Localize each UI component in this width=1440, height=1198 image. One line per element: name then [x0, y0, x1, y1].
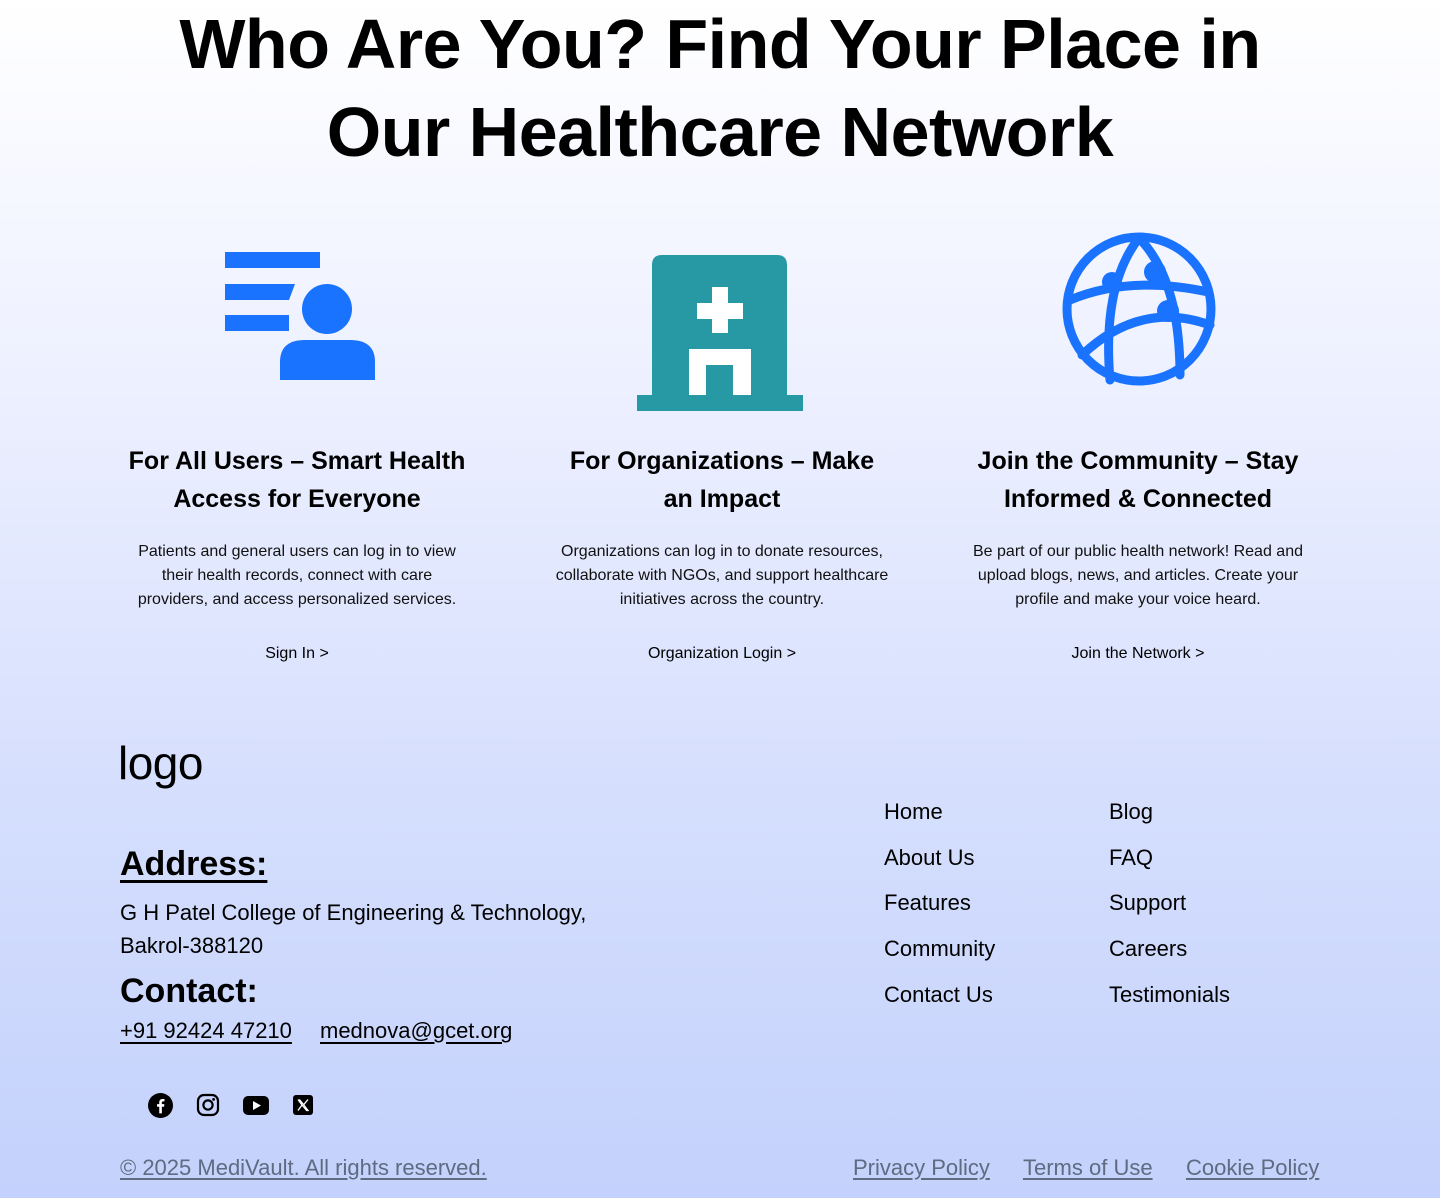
card-title-line1: Join the Community – Stay [977, 447, 1299, 475]
user-list-icon [225, 252, 375, 380]
card-desc-line: their health records, connect with care [161, 567, 433, 584]
card-title-line2: an Impact [663, 485, 781, 513]
nav-item-blog[interactable]: Blog [1109, 789, 1230, 835]
address-label: Address: [120, 845, 268, 883]
card-desc-line: collaborate with NGOs, and support healt… [555, 567, 889, 584]
card-desc-line: upload blogs, news, and articles. Create… [977, 567, 1299, 584]
card-title-line1: For All Users – Smart Health [128, 447, 466, 475]
instagram-icon[interactable] [195, 1092, 221, 1118]
card-desc-line: providers, and access personalized servi… [137, 591, 457, 608]
email-link[interactable]: mednova@gcet.org [320, 1018, 512, 1044]
card-desc-line: Organizations can log in to donate resou… [561, 543, 883, 560]
card-title-line2: Informed & Connected [1003, 485, 1273, 513]
nav-item-features[interactable]: Features [884, 880, 995, 926]
contact-label: Contact: [120, 972, 258, 1010]
sign-in-link[interactable]: Sign In > [107, 642, 487, 666]
nav-item-careers[interactable]: Careers [1109, 926, 1230, 972]
page-title-line1: Who Are You? Find Your Place in [179, 5, 1261, 83]
join-network-link[interactable]: Join the Network > [948, 642, 1328, 666]
card-desc-line: initiatives across the country. [619, 591, 825, 608]
address-line2: Bakrol-388120 [120, 933, 264, 958]
hospital-icon [637, 255, 803, 411]
footer-nav-col2: Blog FAQ Support Careers Testimonials [1109, 789, 1230, 1017]
nav-item-faq[interactable]: FAQ [1109, 835, 1230, 881]
card-desc-line: profile and make your voice heard. [1015, 591, 1261, 608]
organization-login-link[interactable]: Organization Login > [532, 642, 912, 666]
footer-nav-col1: Home About Us Features Community Contact… [884, 789, 995, 1017]
terms-of-use-link[interactable]: Terms of Use [1023, 1155, 1153, 1181]
card-title-line2: Access for Everyone [173, 485, 421, 513]
nav-item-about-us[interactable]: About Us [884, 835, 995, 881]
youtube-icon[interactable] [243, 1092, 269, 1118]
phone-link[interactable]: +91 92424 47210 [120, 1018, 292, 1044]
cookie-policy-link[interactable]: Cookie Policy [1186, 1155, 1319, 1181]
card-title-line1: For Organizations – Make [569, 447, 875, 475]
card-title: For Organizations – Make an Impact [532, 442, 912, 518]
globe-network-icon [1062, 232, 1216, 386]
card-title: For All Users – Smart Health Access for … [107, 442, 487, 518]
address-line1: G H Patel College of Engineering & Techn… [120, 900, 587, 925]
nav-item-testimonials[interactable]: Testimonials [1109, 972, 1230, 1018]
copyright-text: © 2025 MediVault. All rights reserved. [120, 1155, 487, 1180]
page-title-line2: Our Healthcare Network [326, 93, 1114, 171]
footer-logo[interactable]: logo [118, 736, 203, 790]
page-title: Who Are You? Find Your Place in Our Heal… [0, 0, 1440, 176]
nav-item-home[interactable]: Home [884, 789, 995, 835]
address-text: G H Patel College of Engineering & Techn… [120, 896, 586, 962]
card-desc-line: Patients and general users can log in to… [138, 543, 456, 560]
nav-item-support[interactable]: Support [1109, 880, 1230, 926]
card-description: Organizations can log in to donate resou… [532, 540, 912, 612]
card-desc-line: Be part of our public health network! Re… [973, 543, 1303, 560]
nav-item-contact-us[interactable]: Contact Us [884, 972, 995, 1018]
x-twitter-icon[interactable] [290, 1092, 316, 1118]
privacy-policy-link[interactable]: Privacy Policy [853, 1155, 990, 1181]
card-description: Patients and general users can log in to… [107, 540, 487, 612]
card-description: Be part of our public health network! Re… [948, 540, 1328, 612]
facebook-icon[interactable] [147, 1092, 173, 1118]
nav-item-community[interactable]: Community [884, 926, 995, 972]
card-title: Join the Community – Stay Informed & Con… [948, 442, 1328, 518]
